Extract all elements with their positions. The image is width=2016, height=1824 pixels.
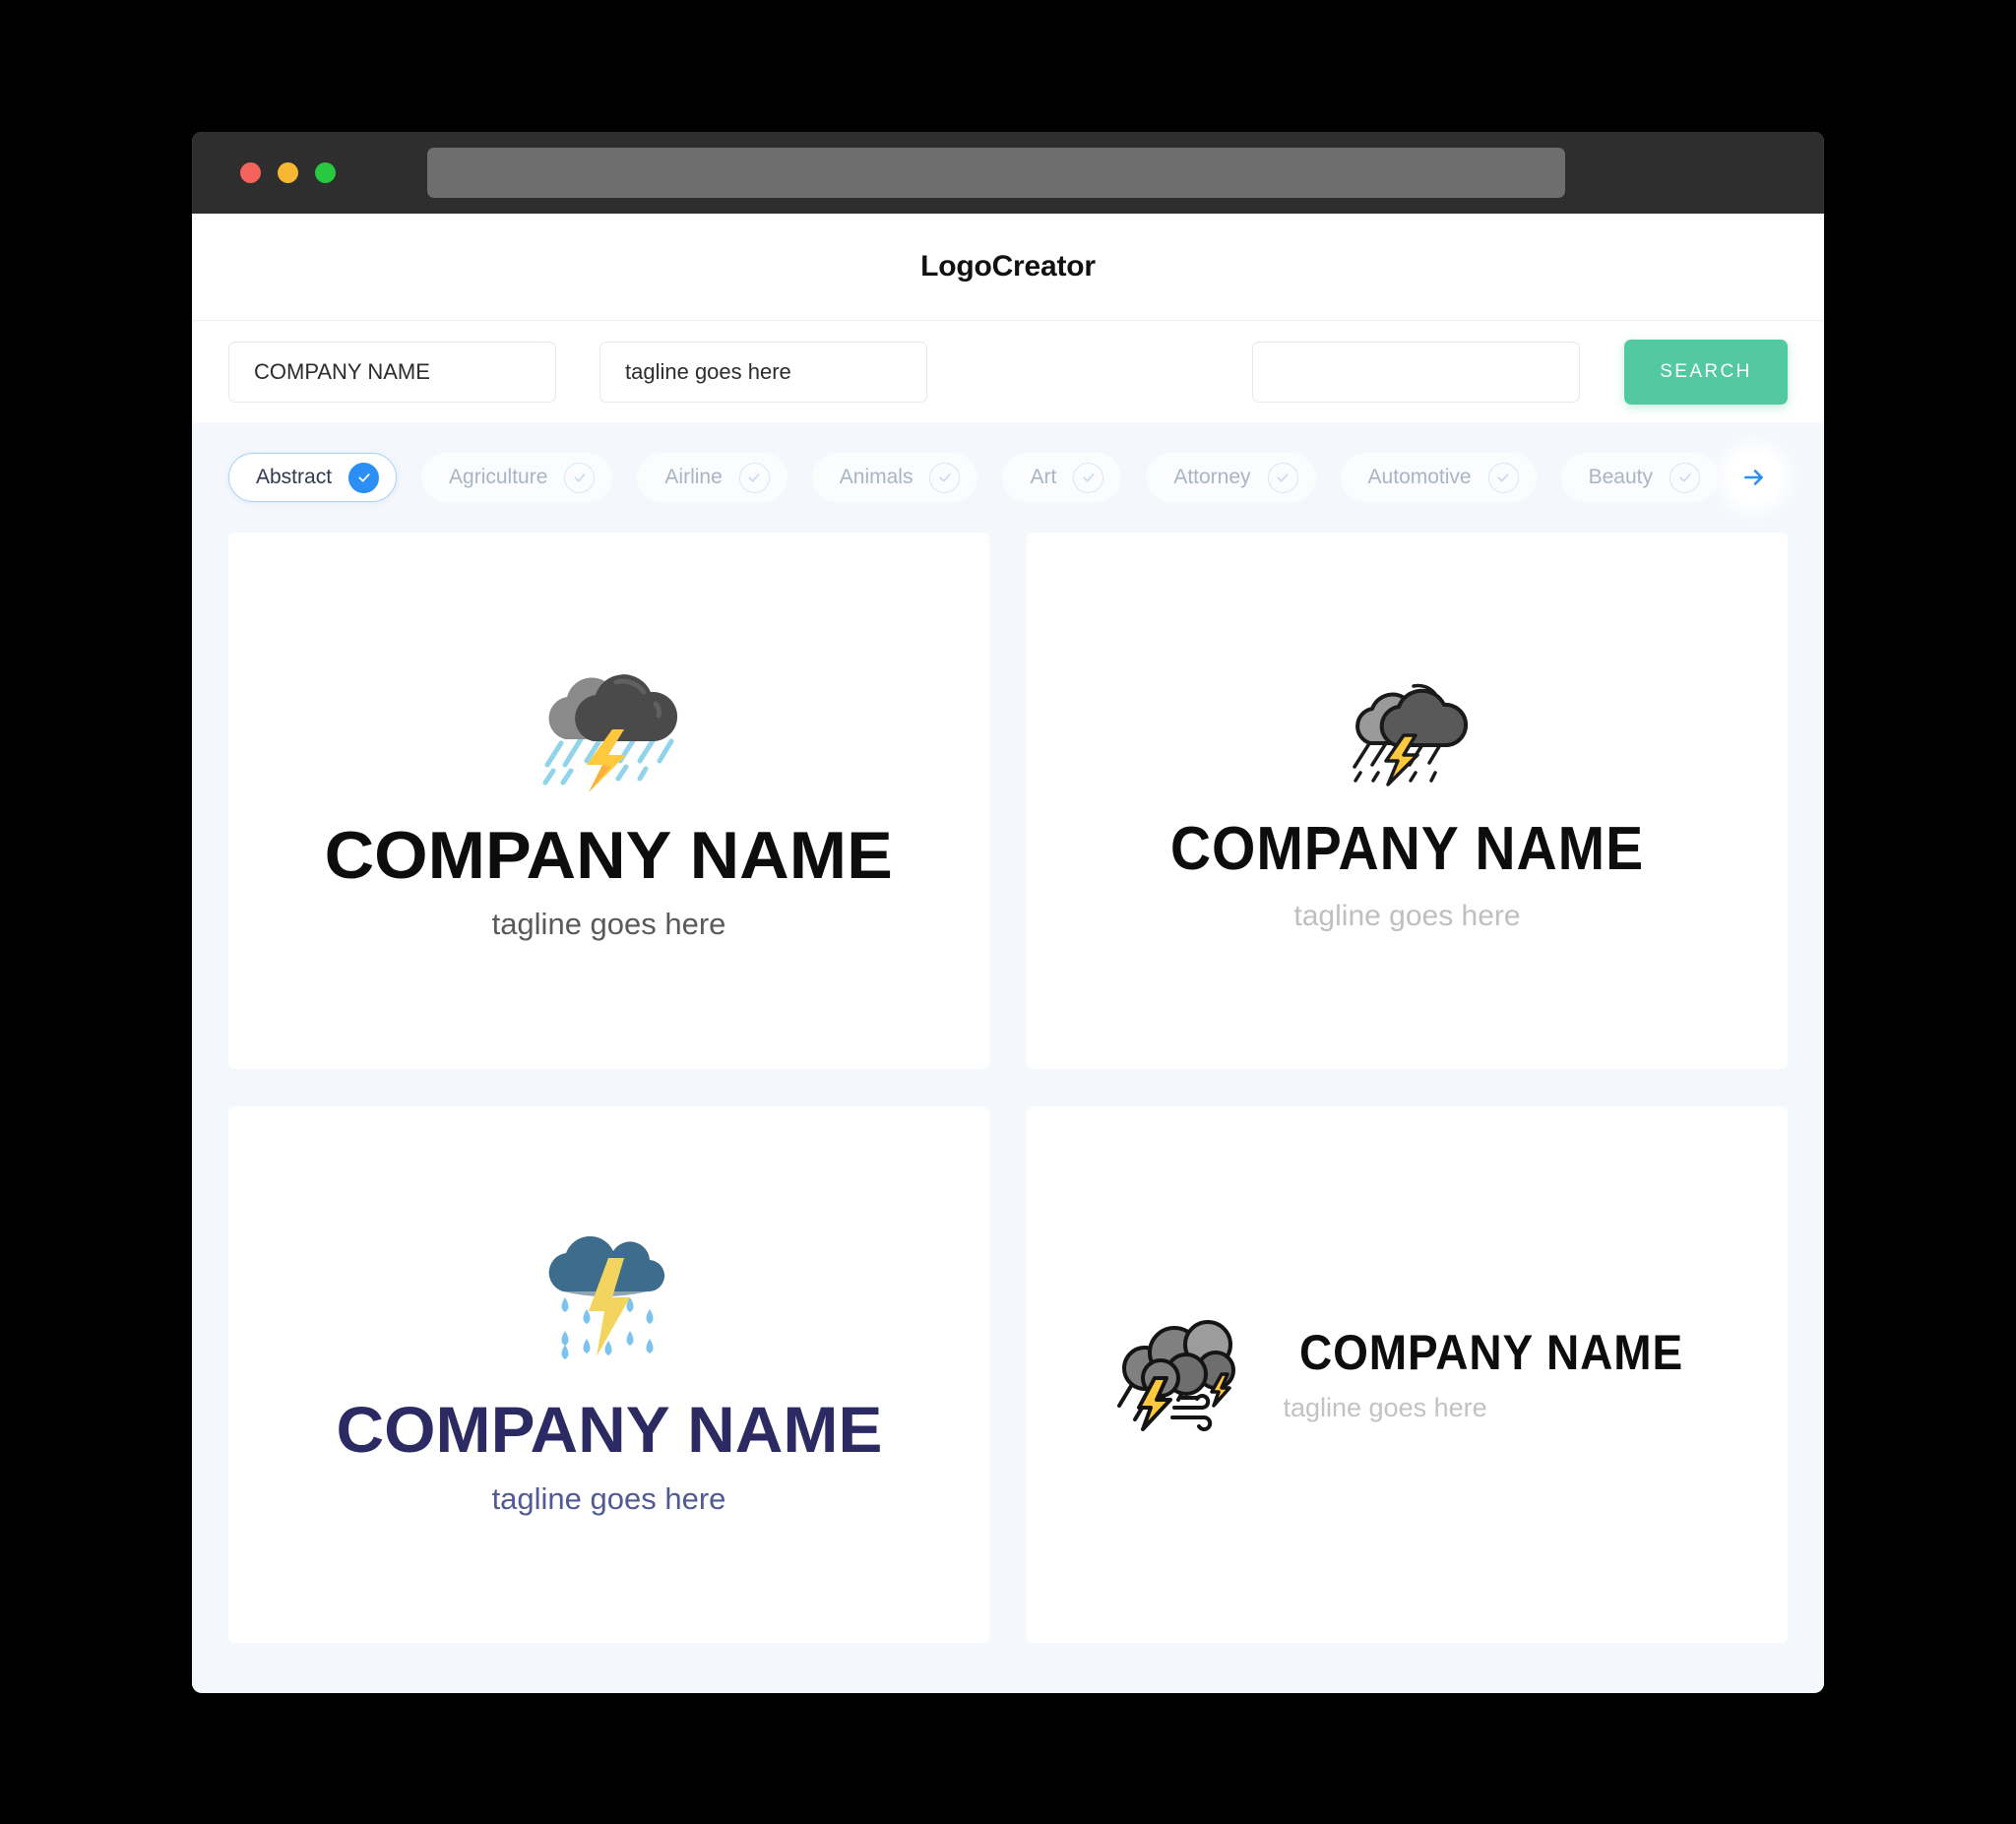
category-chip-label: Abstract	[256, 466, 333, 488]
check-icon	[1487, 462, 1519, 493]
logo-company-name: COMPANY NAME	[1299, 1325, 1684, 1380]
category-chip-attorney[interactable]: Attorney	[1146, 453, 1316, 502]
keyword-input[interactable]	[1252, 341, 1580, 403]
app-header: LogoCreator	[192, 214, 1824, 320]
category-chip-label: Art	[1030, 466, 1057, 488]
maximize-window-button[interactable]	[315, 162, 336, 183]
logo-card[interactable]: COMPANY NAME tagline goes here	[228, 1106, 989, 1643]
browser-window: LogoCreator SEARCH Abstract Agriculture Ai…	[192, 132, 1824, 1693]
minimize-window-button[interactable]	[278, 162, 298, 183]
logo-tagline: tagline goes here	[491, 1480, 726, 1516]
check-icon	[1267, 462, 1298, 493]
category-chip-abstract[interactable]: Abstract	[228, 453, 398, 502]
app-title: LogoCreator	[920, 250, 1096, 283]
category-chip-label: Beauty	[1588, 466, 1653, 488]
browser-titlebar	[192, 132, 1824, 214]
category-filter-bar: Abstract Agriculture Airline Animals Art Atto…	[192, 422, 1824, 533]
logo-tagline: tagline goes here	[1283, 1393, 1487, 1422]
check-icon	[1073, 462, 1104, 493]
url-bar[interactable]	[427, 148, 1565, 198]
category-chip-agriculture[interactable]: Agriculture	[421, 453, 613, 502]
logo-card[interactable]: COMPANY NAME tagline goes here	[228, 533, 989, 1069]
logo-tagline: tagline goes here	[491, 907, 726, 941]
category-chip-label: Attorney	[1173, 466, 1251, 488]
category-chip-airline[interactable]: Airline	[637, 453, 788, 502]
check-icon	[738, 462, 770, 493]
logo-tagline: tagline goes here	[1293, 900, 1521, 932]
tagline-input[interactable]	[599, 341, 927, 403]
search-button[interactable]: SEARCH	[1624, 339, 1788, 405]
logo-card[interactable]: COMPANY NAME tagline goes here	[1027, 533, 1788, 1069]
outlined-storm-cloud-icon	[1345, 670, 1471, 801]
category-chip-art[interactable]: Art	[1002, 453, 1122, 502]
logo-company-name: COMPANY NAME	[336, 1392, 882, 1466]
logo-card[interactable]: COMPANY NAME tagline goes here	[1027, 1106, 1788, 1643]
logo-company-name: COMPANY NAME	[1169, 815, 1645, 883]
storm-cloud-wind-lightning-icon	[1113, 1313, 1241, 1436]
category-chip-label: Animals	[839, 466, 914, 488]
check-icon	[348, 462, 380, 493]
check-icon	[1670, 462, 1700, 493]
storm-cloud-rain-lightning-icon	[536, 662, 683, 800]
logo-results-grid: COMPANY NAME tagline goes here COMPANY N…	[192, 533, 1824, 1686]
category-chip-automotive[interactable]: Automotive	[1340, 453, 1537, 502]
search-bar: SEARCH	[192, 320, 1824, 422]
check-icon	[929, 462, 961, 493]
category-chip-label: Airline	[664, 466, 723, 488]
category-chip-beauty[interactable]: Beauty	[1560, 453, 1718, 502]
logo-company-name: COMPANY NAME	[324, 818, 894, 893]
window-controls	[240, 162, 336, 183]
check-icon	[564, 462, 596, 493]
category-chip-label: Automotive	[1367, 466, 1472, 488]
close-window-button[interactable]	[240, 162, 261, 183]
company-name-input[interactable]	[228, 341, 556, 403]
blue-rain-cloud-lightning-icon	[539, 1235, 677, 1379]
category-chip-label: Agriculture	[449, 466, 548, 488]
category-chip-animals[interactable]: Animals	[811, 453, 978, 502]
arrow-right-icon	[1744, 470, 1763, 485]
categories-next-button[interactable]	[1728, 451, 1781, 504]
